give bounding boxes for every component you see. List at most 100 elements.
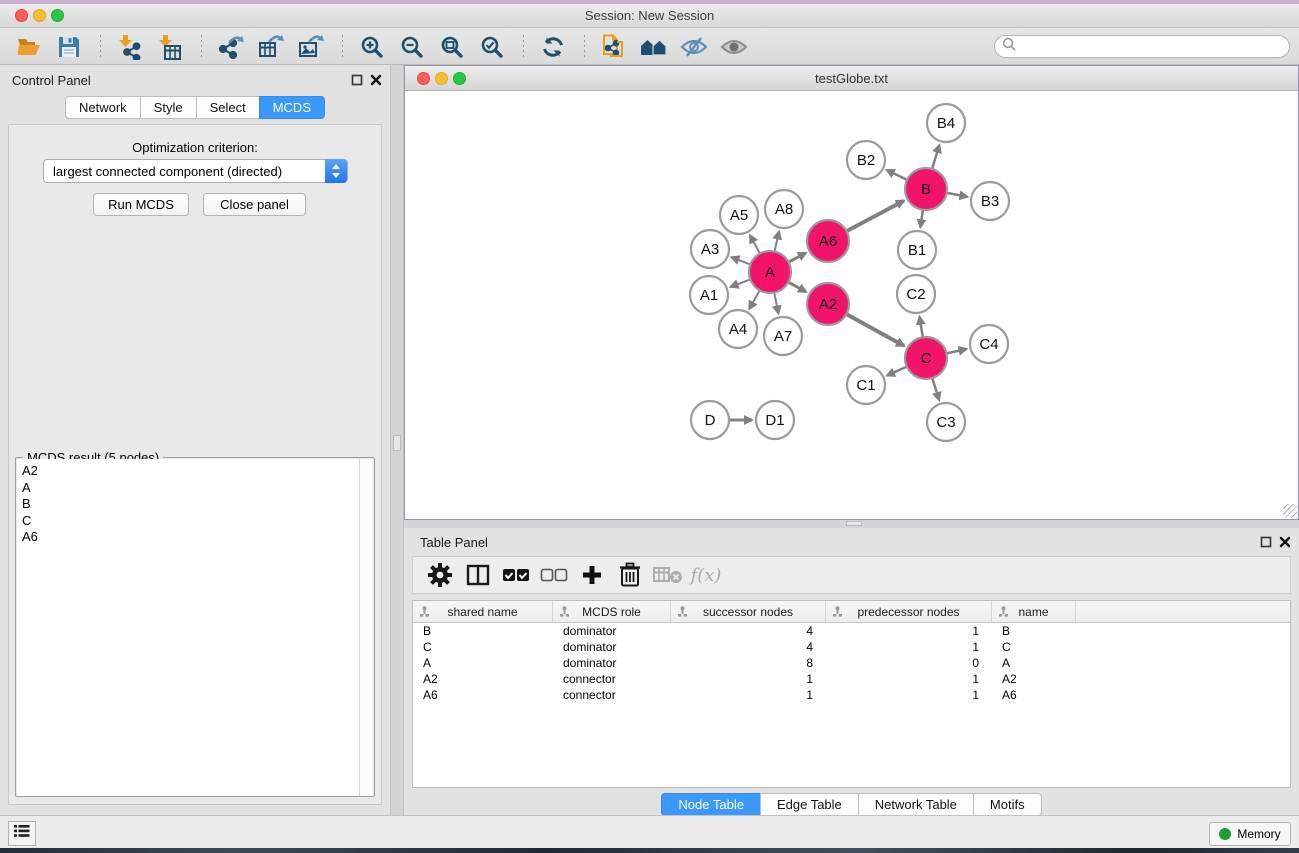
close-panel-icon[interactable]: [370, 73, 382, 91]
table-cell[interactable]: 1: [671, 672, 826, 686]
tab-select[interactable]: Select: [196, 96, 259, 119]
table-row[interactable]: Bdominator41B: [413, 623, 1290, 639]
edge-B-B2[interactable]: [887, 170, 909, 181]
float-panel-icon[interactable]: [1260, 535, 1272, 553]
criterion-dropdown[interactable]: largest connected component (directed): [43, 159, 348, 183]
node-A6[interactable]: A6: [807, 220, 849, 262]
table-cell[interactable]: 1: [826, 640, 992, 654]
table-cell[interactable]: A2: [992, 672, 1076, 686]
edge-A-A7[interactable]: [774, 291, 779, 314]
node-A4[interactable]: A4: [719, 310, 757, 348]
zoom-out-icon[interactable]: [395, 32, 429, 62]
close-panel-button[interactable]: Close panel: [203, 193, 306, 216]
node-A8[interactable]: A8: [765, 190, 803, 228]
select-all-icon[interactable]: [499, 560, 533, 590]
edge-A6-B[interactable]: [845, 201, 904, 232]
table-cell[interactable]: A: [413, 656, 553, 670]
mcds-result-list[interactable]: A2ABCA6: [17, 459, 361, 796]
mcds-result-item[interactable]: A: [22, 480, 361, 497]
tab-network-table[interactable]: Network Table: [858, 793, 973, 816]
zoom-fit-icon[interactable]: [435, 32, 469, 62]
table-cell[interactable]: 0: [826, 656, 992, 670]
node-A7[interactable]: A7: [764, 317, 802, 355]
table-cell[interactable]: dominator: [553, 624, 671, 638]
table-cell[interactable]: 8: [671, 656, 826, 670]
edge-C-C2[interactable]: [920, 317, 924, 340]
first-neighbors-icon[interactable]: [637, 32, 671, 62]
column-header-shared-name[interactable]: shared name: [413, 601, 553, 622]
node-C2[interactable]: C2: [897, 275, 935, 313]
table-cell[interactable]: 4: [671, 640, 826, 654]
column-header-name[interactable]: name: [992, 601, 1076, 622]
window-resize-grip[interactable]: [1283, 504, 1297, 518]
node-C1[interactable]: C1: [847, 366, 885, 404]
column-header-predecessor-nodes[interactable]: predecessor nodes: [826, 601, 992, 622]
node-C[interactable]: C: [905, 337, 947, 379]
export-table-icon[interactable]: [254, 32, 288, 62]
table-row[interactable]: Cdominator41C: [413, 639, 1290, 655]
tab-style[interactable]: Style: [140, 96, 196, 119]
table-cell[interactable]: dominator: [553, 640, 671, 654]
show-panels-button[interactable]: [8, 821, 36, 846]
table-cell[interactable]: 1: [826, 688, 992, 702]
tab-edge-table[interactable]: Edge Table: [760, 793, 858, 816]
vertical-splitter-handle[interactable]: [393, 435, 401, 451]
search-input[interactable]: [1016, 40, 1289, 54]
table-cell[interactable]: C: [413, 640, 553, 654]
node-C4[interactable]: C4: [970, 325, 1008, 363]
memory-button[interactable]: Memory: [1209, 822, 1291, 846]
add-icon[interactable]: [575, 560, 609, 590]
node-B1[interactable]: B1: [898, 231, 936, 269]
node-A5[interactable]: A5: [720, 196, 758, 234]
edge-A-A8[interactable]: [774, 231, 779, 253]
table-cell[interactable]: connector: [553, 672, 671, 686]
hide-selected-icon[interactable]: [677, 32, 711, 62]
table-cell[interactable]: B: [413, 624, 553, 638]
edge-A-A6[interactable]: [787, 253, 806, 263]
table-cell[interactable]: 4: [671, 624, 826, 638]
node-B[interactable]: B: [905, 168, 947, 210]
network-file-icon[interactable]: [597, 32, 631, 62]
refresh-icon[interactable]: [536, 32, 570, 62]
edge-C-C3[interactable]: [932, 376, 939, 400]
mcds-result-scrollbar[interactable]: [359, 459, 373, 796]
network-canvas[interactable]: B4B2BB3A5A8A6A3AB1A1A2C2A4A7CC4C1C3DD1: [405, 91, 1298, 519]
edge-A-A1[interactable]: [731, 279, 753, 287]
table-cell[interactable]: A6: [992, 688, 1076, 702]
import-table-icon[interactable]: [153, 32, 187, 62]
save-icon[interactable]: [52, 32, 86, 62]
export-network-icon[interactable]: [214, 32, 248, 62]
edge-A-A4[interactable]: [749, 289, 760, 309]
table-row[interactable]: Adominator80A: [413, 655, 1290, 671]
table-cell[interactable]: dominator: [553, 656, 671, 670]
node-A[interactable]: A: [749, 251, 791, 293]
tab-node-table[interactable]: Node Table: [661, 793, 760, 816]
node-A1[interactable]: A1: [690, 276, 728, 314]
zoom-in-icon[interactable]: [355, 32, 389, 62]
float-panel-icon[interactable]: [351, 73, 363, 91]
node-B4[interactable]: B4: [927, 104, 965, 142]
close-panel-icon[interactable]: [1279, 535, 1291, 553]
gear-icon[interactable]: [423, 560, 457, 590]
export-image-icon[interactable]: [294, 32, 328, 62]
node-A3[interactable]: A3: [691, 230, 729, 268]
mcds-result-item[interactable]: B: [22, 496, 361, 513]
table-cell[interactable]: connector: [553, 688, 671, 702]
table-cell[interactable]: B: [992, 624, 1076, 638]
edge-A-A5[interactable]: [750, 235, 761, 255]
import-network-icon[interactable]: [113, 32, 147, 62]
trash-icon[interactable]: [613, 560, 647, 590]
table-cell[interactable]: A: [992, 656, 1076, 670]
zoom-selected-icon[interactable]: [475, 32, 509, 62]
table-row[interactable]: A2connector11A2: [413, 671, 1290, 687]
node-B2[interactable]: B2: [847, 141, 885, 179]
open-folder-icon[interactable]: [12, 32, 46, 62]
node-D[interactable]: D: [691, 401, 729, 439]
table-cell[interactable]: 1: [671, 688, 826, 702]
node-B3[interactable]: B3: [971, 182, 1009, 220]
table-cell[interactable]: A6: [413, 688, 553, 702]
tab-mcds[interactable]: MCDS: [259, 96, 325, 119]
horizontal-splitter[interactable]: [404, 520, 1299, 528]
mcds-result-item[interactable]: A2: [22, 463, 361, 480]
deselect-all-icon[interactable]: [537, 560, 571, 590]
